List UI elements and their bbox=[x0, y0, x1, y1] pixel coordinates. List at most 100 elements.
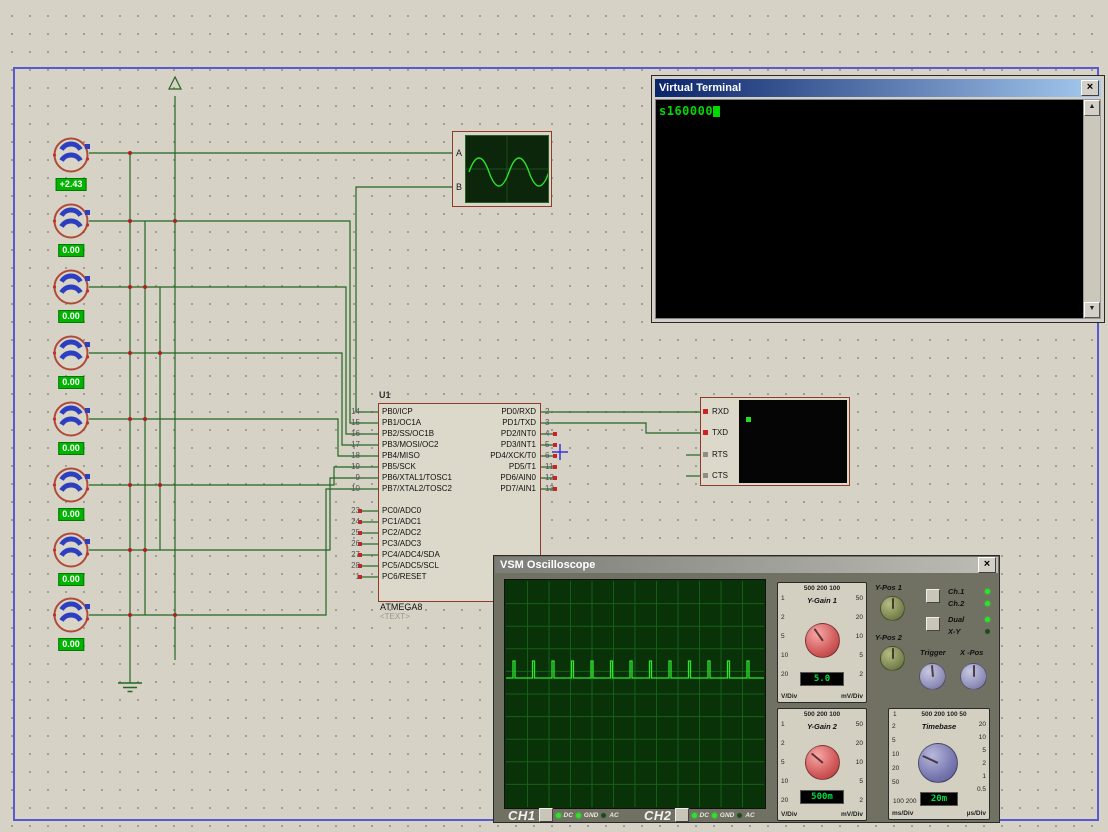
schematic-canvas[interactable]: A B U1 ATMEGA8 <TEXT> Virtual Terminal ×… bbox=[0, 0, 1108, 832]
dial-scale-number: 10 bbox=[856, 633, 863, 652]
mcu-pin-number: 27 bbox=[338, 550, 360, 559]
ch2-coupling-ac[interactable]: AC bbox=[745, 812, 754, 819]
timebase-panel: 1 500 200 100 50 Timebase 25102050 100 2… bbox=[888, 708, 990, 820]
potentiometer-6[interactable]: 0.00 bbox=[49, 463, 93, 525]
ch2-coupling-gnd[interactable]: GND bbox=[720, 812, 734, 819]
timebase-scale-right: 20105210.5 bbox=[977, 721, 986, 799]
trigger-knob[interactable] bbox=[919, 663, 946, 690]
terminal-cursor bbox=[713, 106, 720, 117]
dial-scale-number: 5 bbox=[977, 747, 986, 760]
potentiometer-3[interactable]: 0.00 bbox=[49, 265, 93, 327]
terminal-scrollbar[interactable]: ▲ ▼ bbox=[1083, 99, 1101, 319]
scroll-down-icon[interactable]: ▼ bbox=[1084, 302, 1100, 318]
ch1-coupling-gnd[interactable]: GND bbox=[584, 812, 598, 819]
terminal-output-area[interactable]: s160000 bbox=[655, 99, 1084, 319]
potentiometer-1[interactable]: +2.43 bbox=[49, 133, 93, 195]
mcu-pin-name: PC5/ADC5/SCL bbox=[382, 561, 439, 570]
potentiometer-5[interactable]: 0.00 bbox=[49, 397, 93, 459]
mcu-pin-number: 10 bbox=[338, 484, 360, 493]
knob-pointer bbox=[813, 627, 823, 641]
mcu-pin-number: 9 bbox=[338, 473, 360, 482]
timebase-unit-left: ms/Div bbox=[892, 810, 913, 817]
dial-scale-number: 10 bbox=[781, 652, 788, 671]
dial-scale-number: 10 bbox=[977, 734, 986, 747]
dial-scale-number: 2 bbox=[977, 760, 986, 773]
potentiometer-8[interactable]: 0.00 bbox=[49, 593, 93, 655]
mcu-pin-name: PB2/SS/OC1B bbox=[382, 429, 434, 438]
oscilloscope-titlebar[interactable]: VSM Oscilloscope × bbox=[495, 557, 998, 573]
pot-value-readout: 0.00 bbox=[58, 244, 84, 257]
scroll-up-icon[interactable]: ▲ bbox=[1084, 100, 1100, 116]
oscilloscope-close-icon[interactable]: × bbox=[978, 557, 996, 573]
timebase-scale-bottomleft: 100 200 bbox=[893, 798, 917, 805]
ch1-coupling-dc[interactable]: DC bbox=[564, 812, 573, 819]
ch1-select-button[interactable] bbox=[539, 808, 553, 822]
serial-pin-rts: RTS bbox=[712, 450, 728, 459]
mcu-pin-name: PC2/ADC2 bbox=[382, 528, 421, 537]
mcu-pin-name: PC0/ADC0 bbox=[382, 506, 421, 515]
ch1-gain-panel: 500 200 100 Y-Gain 1 1251020 50201052 5.… bbox=[777, 582, 867, 703]
mode-label-ch.1: Ch.1 bbox=[948, 587, 964, 596]
mcu-pin-number: 28 bbox=[338, 561, 360, 570]
ch1-coupling-ac[interactable]: AC bbox=[609, 812, 618, 819]
sine-trace bbox=[466, 136, 548, 202]
pot-value-readout: +2.43 bbox=[56, 178, 87, 191]
ch1-gain-readout: 5.0 bbox=[800, 672, 844, 686]
timebase-knob[interactable] bbox=[918, 743, 958, 783]
ch1-gain-knob[interactable] bbox=[805, 623, 840, 658]
potentiometer-7[interactable]: 0.00 bbox=[49, 528, 93, 590]
virtual-terminal-titlebar[interactable]: Virtual Terminal × bbox=[655, 79, 1101, 97]
knob-pointer bbox=[922, 755, 939, 764]
mcu-pin-name: PD4/XCK/T0 bbox=[428, 451, 536, 460]
ypos1-knob[interactable] bbox=[880, 596, 905, 621]
timebase-scale-topleft: 1 bbox=[893, 711, 897, 718]
ch1-gnd-led bbox=[576, 813, 581, 818]
potentiometer-2[interactable]: 0.00 bbox=[49, 199, 93, 261]
pot-value-readout: 0.00 bbox=[58, 573, 84, 586]
virtual-terminal-close-icon[interactable]: × bbox=[1081, 80, 1099, 96]
mcu-pin-number: 19 bbox=[338, 462, 360, 471]
mode-label-ch.2: Ch.2 bbox=[948, 599, 964, 608]
mcu-pin-name: PD7/AIN1 bbox=[428, 484, 536, 493]
mcu-pin-number: 26 bbox=[338, 539, 360, 548]
knob-pointer bbox=[973, 665, 975, 677]
trigger-label: Trigger bbox=[920, 648, 946, 657]
display-mode-button[interactable] bbox=[926, 617, 940, 631]
ch2-select-button[interactable] bbox=[675, 808, 689, 822]
dial-scale-number: 5 bbox=[892, 737, 899, 751]
mcu-ref: U1 bbox=[379, 390, 391, 400]
oscilloscope-trace bbox=[506, 581, 764, 807]
analogue-graph-component[interactable]: A B bbox=[452, 131, 552, 207]
graph-pin-b-label: B bbox=[456, 182, 462, 192]
mcu-pin-number: 11 bbox=[545, 462, 553, 471]
ch2-gain-knob[interactable] bbox=[805, 745, 840, 780]
mcu-pin-number: 13 bbox=[545, 484, 554, 493]
pot-dial-graphic bbox=[49, 463, 93, 507]
potentiometer-4[interactable]: 0.00 bbox=[49, 331, 93, 393]
dial-scale-number: 2 bbox=[892, 723, 899, 737]
ypos2-knob[interactable] bbox=[880, 646, 905, 671]
virtual-terminal-title: Virtual Terminal bbox=[659, 82, 1081, 94]
mcu-pin-number: 4 bbox=[545, 429, 549, 438]
serial-pin-indicator bbox=[703, 430, 708, 435]
mcu-pin-number: 15 bbox=[338, 418, 360, 427]
dial-scale-number: 5 bbox=[856, 778, 863, 797]
dial-scale-number: 20 bbox=[856, 740, 863, 759]
serial-screen bbox=[739, 400, 847, 483]
knob-pointer bbox=[892, 598, 894, 609]
mcu-pin-name: PD6/AIN0 bbox=[428, 473, 536, 482]
gain1-scale-left: 1251020 bbox=[781, 595, 788, 690]
serial-pin-indicator bbox=[703, 452, 708, 457]
gain1-unit-right: mV/Div bbox=[841, 693, 863, 700]
xpos-knob[interactable] bbox=[960, 663, 987, 690]
mcu-pin-name: PD5/T1 bbox=[428, 462, 536, 471]
timebase-scale-left: 25102050 bbox=[892, 723, 899, 793]
graph-pin-a-label: A bbox=[456, 148, 462, 158]
channel-mode-button[interactable] bbox=[926, 589, 940, 603]
mcu-pin-name: PB5/SCK bbox=[382, 462, 416, 471]
ch2-coupling-dc[interactable]: DC bbox=[700, 812, 709, 819]
mode-led-dual bbox=[985, 617, 990, 622]
terminal-text: s160000 bbox=[659, 104, 713, 118]
dial-scale-number: 50 bbox=[892, 779, 899, 793]
ch2-gnd-led bbox=[712, 813, 717, 818]
